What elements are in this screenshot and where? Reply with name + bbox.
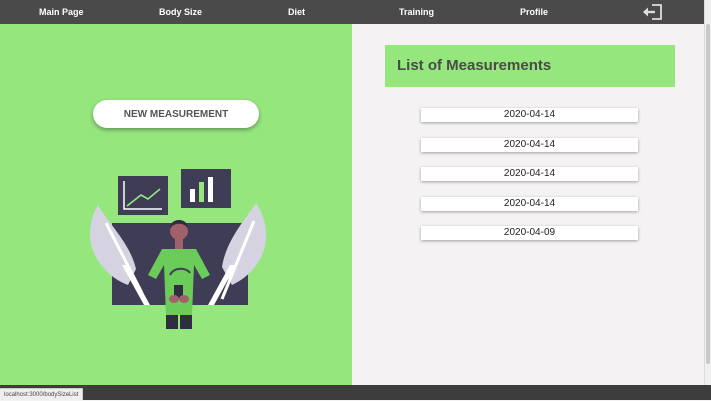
scrollbar-thumb[interactable] bbox=[706, 24, 710, 364]
measurement-list-item[interactable]: 2020-04-14 bbox=[421, 167, 638, 181]
nav-item-profile[interactable]: Profile bbox=[520, 0, 548, 24]
measurement-list-item[interactable]: 2020-04-09 bbox=[421, 226, 638, 240]
measurement-list-item[interactable]: 2020-04-14 bbox=[421, 137, 638, 152]
nav-item-body-size[interactable]: Body Size bbox=[159, 0, 202, 24]
bottom-strip bbox=[0, 385, 711, 400]
nav-item-diet[interactable]: Diet bbox=[288, 0, 305, 24]
measurement-list: 2020-04-14 2020-04-14 2020-04-14 2020-04… bbox=[421, 108, 638, 256]
new-measurement-button[interactable]: NEW MEASUREMENT bbox=[93, 100, 259, 128]
nav-item-main-page[interactable]: Main Page bbox=[39, 0, 84, 24]
list-title: List of Measurements bbox=[397, 57, 552, 74]
list-header: List of Measurements bbox=[385, 45, 675, 87]
nav-item-training[interactable]: Training bbox=[399, 0, 434, 24]
logout-icon[interactable] bbox=[640, 3, 664, 21]
vertical-scrollbar[interactable] bbox=[704, 0, 711, 385]
measurement-list-item[interactable]: 2020-04-14 bbox=[421, 196, 638, 211]
person-with-charts-illustration bbox=[90, 169, 267, 329]
top-nav-bar: Main Page Body Size Diet Training Profil… bbox=[0, 0, 704, 24]
measurement-list-item[interactable]: 2020-04-14 bbox=[421, 108, 638, 122]
status-bar-url: localhost:3000/bodySizeList bbox=[0, 388, 84, 400]
